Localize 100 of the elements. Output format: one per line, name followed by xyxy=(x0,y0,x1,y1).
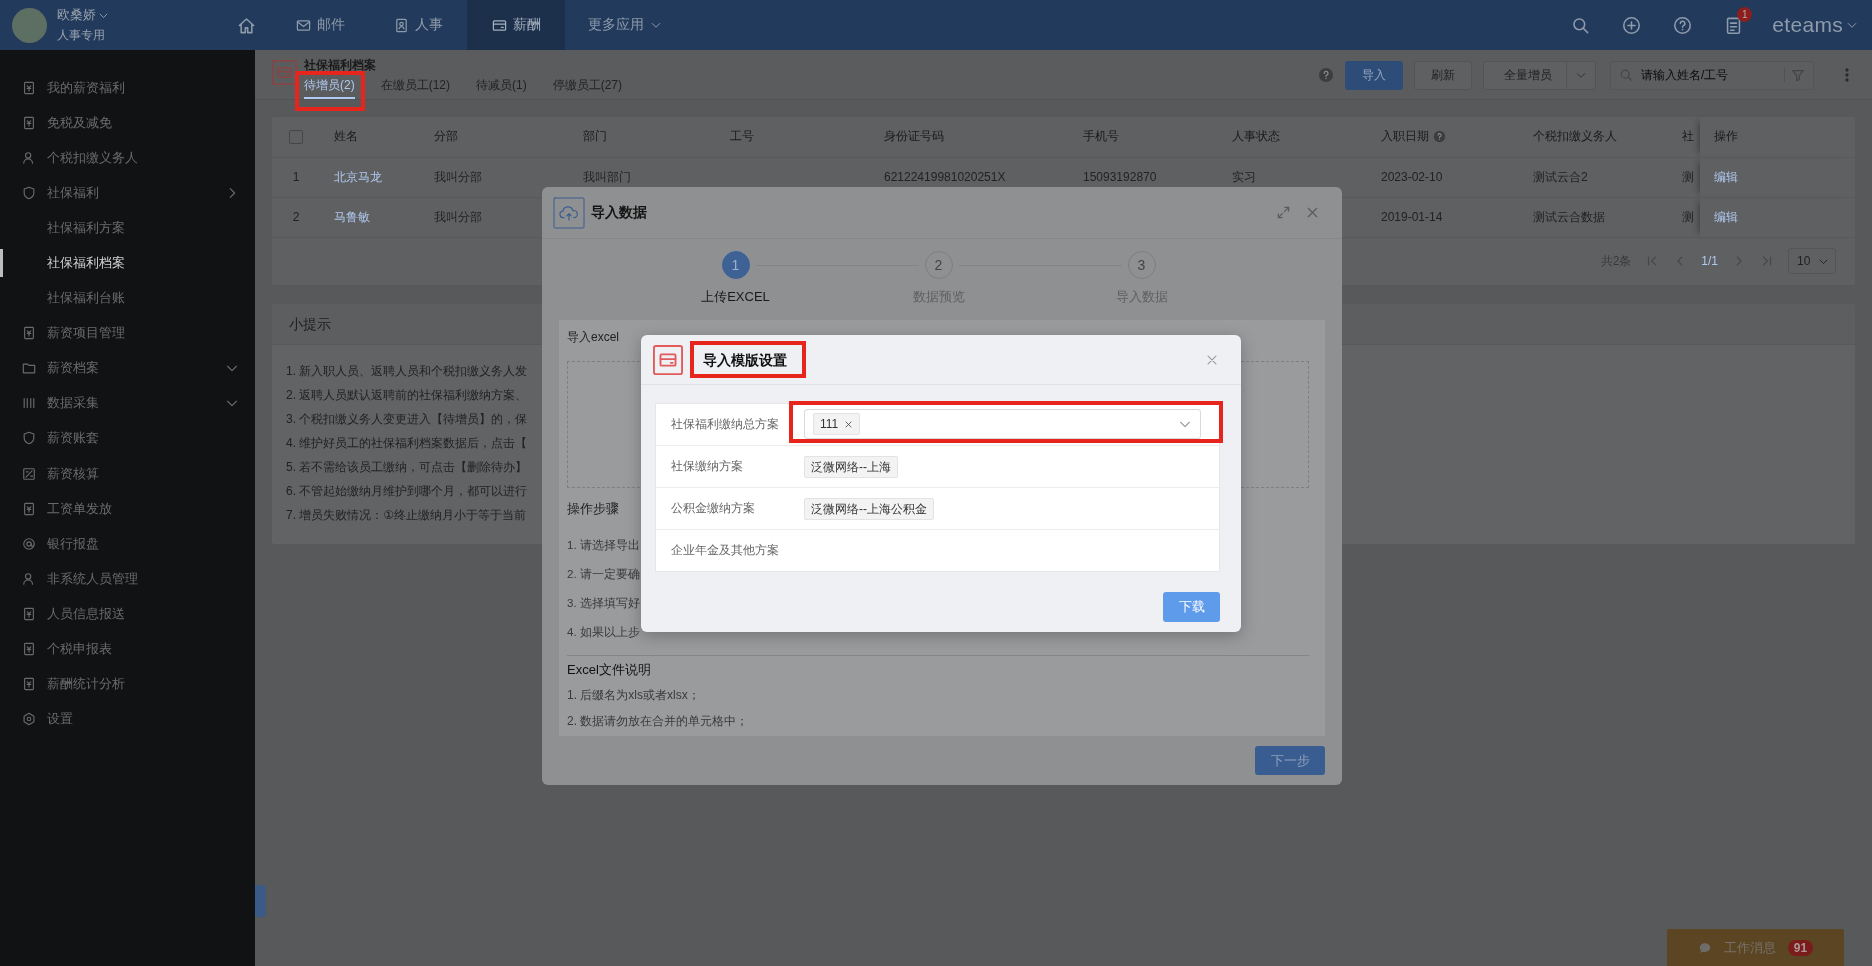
shield-icon xyxy=(22,431,36,446)
instruction-text: 1. 请选择导出 xyxy=(567,538,640,553)
at-sign-icon xyxy=(22,536,36,551)
checkbox[interactable] xyxy=(289,130,303,145)
download-button[interactable]: 下载 xyxy=(1163,592,1220,622)
sidebar-item[interactable]: 薪酬统计分析 xyxy=(0,666,255,702)
edit-link[interactable]: 编辑 xyxy=(1714,209,1738,224)
search-icon[interactable] xyxy=(1571,15,1591,35)
sidebar-item[interactable]: 人员信息报送 xyxy=(0,596,255,632)
mail-icon xyxy=(295,17,311,33)
person-document-icon xyxy=(393,17,409,33)
logo: eteams xyxy=(1772,13,1843,37)
document-icon xyxy=(22,115,36,130)
nav-tab[interactable]: 邮件 xyxy=(271,0,369,50)
help-icon[interactable] xyxy=(1673,15,1693,35)
sidebar-subitem[interactable]: 社保福利方案 xyxy=(0,210,255,246)
table-cell: 2019-01-14 xyxy=(1367,197,1519,237)
sidebar-item[interactable]: 薪资档案 xyxy=(0,350,255,386)
close-icon[interactable] xyxy=(844,419,854,429)
column-header: 入职日期 xyxy=(1381,128,1429,146)
page-size-select[interactable]: 10 xyxy=(1788,248,1836,274)
tip-text: 2. 返聘人员默认返聘前的社保福利缴纳方案、 xyxy=(286,386,528,404)
add-icon[interactable] xyxy=(1622,15,1642,35)
document-icon xyxy=(22,501,36,516)
table-cell: 测 xyxy=(1668,157,1700,197)
select-field[interactable]: 111 xyxy=(804,409,1201,439)
notification-count: 1 xyxy=(1737,6,1753,22)
tip-text: 7. 增员失败情况：①终止缴纳月小于等于当前 xyxy=(286,506,527,524)
refresh-button[interactable]: 刷新 xyxy=(1414,60,1472,90)
column-header: 身份证号码 xyxy=(884,128,944,146)
user-name[interactable]: 欧桑娇 xyxy=(57,6,96,24)
sidebar-item[interactable]: 工资单发放 xyxy=(0,491,255,527)
user-role: 人事专用 xyxy=(57,27,106,44)
tip-text: 4. 维护好员工的社保福利档案数据后，点击【 xyxy=(286,434,528,452)
table-cell: 测 xyxy=(1668,197,1700,237)
sidebar-item[interactable]: 社保福利 xyxy=(0,175,255,211)
tab[interactable]: 待增员(2) xyxy=(304,77,355,99)
collapse-handle[interactable] xyxy=(255,885,266,917)
nav-tab[interactable]: 更多应用 xyxy=(565,0,685,50)
employee-name-link[interactable]: 马鲁敏 xyxy=(334,209,370,224)
nav-tab[interactable]: 薪酬 xyxy=(467,0,565,50)
search-icon xyxy=(1619,68,1633,82)
document-icon xyxy=(22,606,36,621)
upload-icon xyxy=(553,196,585,229)
avatar[interactable] xyxy=(12,7,47,43)
field-label: 企业年金及其他方案 xyxy=(670,542,780,559)
message-count: 91 xyxy=(1787,939,1814,956)
search-field[interactable]: 请输入姓名/工号 xyxy=(1610,60,1814,90)
card-icon xyxy=(653,344,683,375)
edit-link[interactable]: 编辑 xyxy=(1714,169,1738,184)
dialog-title: 导入数据 xyxy=(591,203,647,222)
column-header: 人事状态 xyxy=(1232,128,1280,146)
home-icon[interactable] xyxy=(236,15,256,35)
sidebar-item[interactable]: 个税申报表 xyxy=(0,631,255,667)
sidebar-item[interactable]: 薪资账套 xyxy=(0,420,255,457)
work-message-button[interactable]: 工作消息 91 xyxy=(1667,929,1844,966)
column-header: 社 xyxy=(1682,128,1694,146)
add-mode-dropdown[interactable]: 全量增员 xyxy=(1483,60,1596,90)
employee-name-link[interactable]: 北京马龙 xyxy=(334,169,382,184)
instruction-text: 3. 选择填写好 xyxy=(567,596,640,611)
chat-bubble-icon xyxy=(1697,940,1712,955)
help-icon[interactable] xyxy=(1433,130,1446,144)
last-page-icon[interactable] xyxy=(1760,254,1774,268)
search-input[interactable]: 请输入姓名/工号 xyxy=(1639,67,1778,83)
sidebar-item[interactable]: 我的薪资福利 xyxy=(0,70,255,106)
person-icon xyxy=(22,571,36,586)
columns-icon xyxy=(22,396,36,411)
sidebar-item[interactable]: 免税及减免 xyxy=(0,105,255,141)
sidebar-item[interactable]: 薪资核算 xyxy=(0,456,255,492)
sidebar-subitem[interactable]: 社保福利台账 xyxy=(0,280,255,316)
section-title: 导入excel xyxy=(567,329,619,346)
document-icon xyxy=(22,80,36,95)
column-header: 工号 xyxy=(730,128,754,146)
table-cell: 测试云合2 xyxy=(1519,157,1668,197)
field-label: 公积金缴纳方案 xyxy=(670,500,756,517)
table-cell: 2023-02-10 xyxy=(1367,157,1519,197)
sidebar-item[interactable]: 银行报盘 xyxy=(0,526,255,562)
filter-icon[interactable] xyxy=(1791,68,1805,82)
table-cell: 测试云合数据 xyxy=(1519,197,1668,237)
sidebar-item[interactable]: 个税扣缴义务人 xyxy=(0,140,255,176)
sidebar-item[interactable]: 数据采集 xyxy=(0,385,255,421)
sidebar-item[interactable]: 设置 xyxy=(0,701,255,737)
shield-icon xyxy=(22,185,36,200)
close-icon[interactable] xyxy=(1305,205,1320,220)
help-icon[interactable] xyxy=(1318,67,1334,83)
instruction-text: 2. 请一定要确 xyxy=(567,567,640,582)
sidebar-item[interactable]: 非系统人员管理 xyxy=(0,561,255,597)
column-header: 手机号 xyxy=(1083,128,1119,146)
row-number: 1 xyxy=(272,157,320,197)
import-button[interactable]: 导入 xyxy=(1345,60,1403,90)
sidebar-subitem[interactable]: 社保福利档案 xyxy=(0,245,255,281)
tip-text: 6. 不管起始缴纳月维护到哪个月，都可以进行 xyxy=(286,482,528,500)
column-header: 分部 xyxy=(434,128,458,146)
sidebar-item[interactable]: 薪资项目管理 xyxy=(0,315,255,351)
step-number: 1 xyxy=(721,251,750,279)
folder-icon xyxy=(22,361,36,376)
tag-text: 111 xyxy=(820,417,839,431)
nav-tab[interactable]: 人事 xyxy=(369,0,467,50)
page-title: 社保福利档案 xyxy=(304,58,377,72)
expand-icon[interactable] xyxy=(1276,205,1291,220)
